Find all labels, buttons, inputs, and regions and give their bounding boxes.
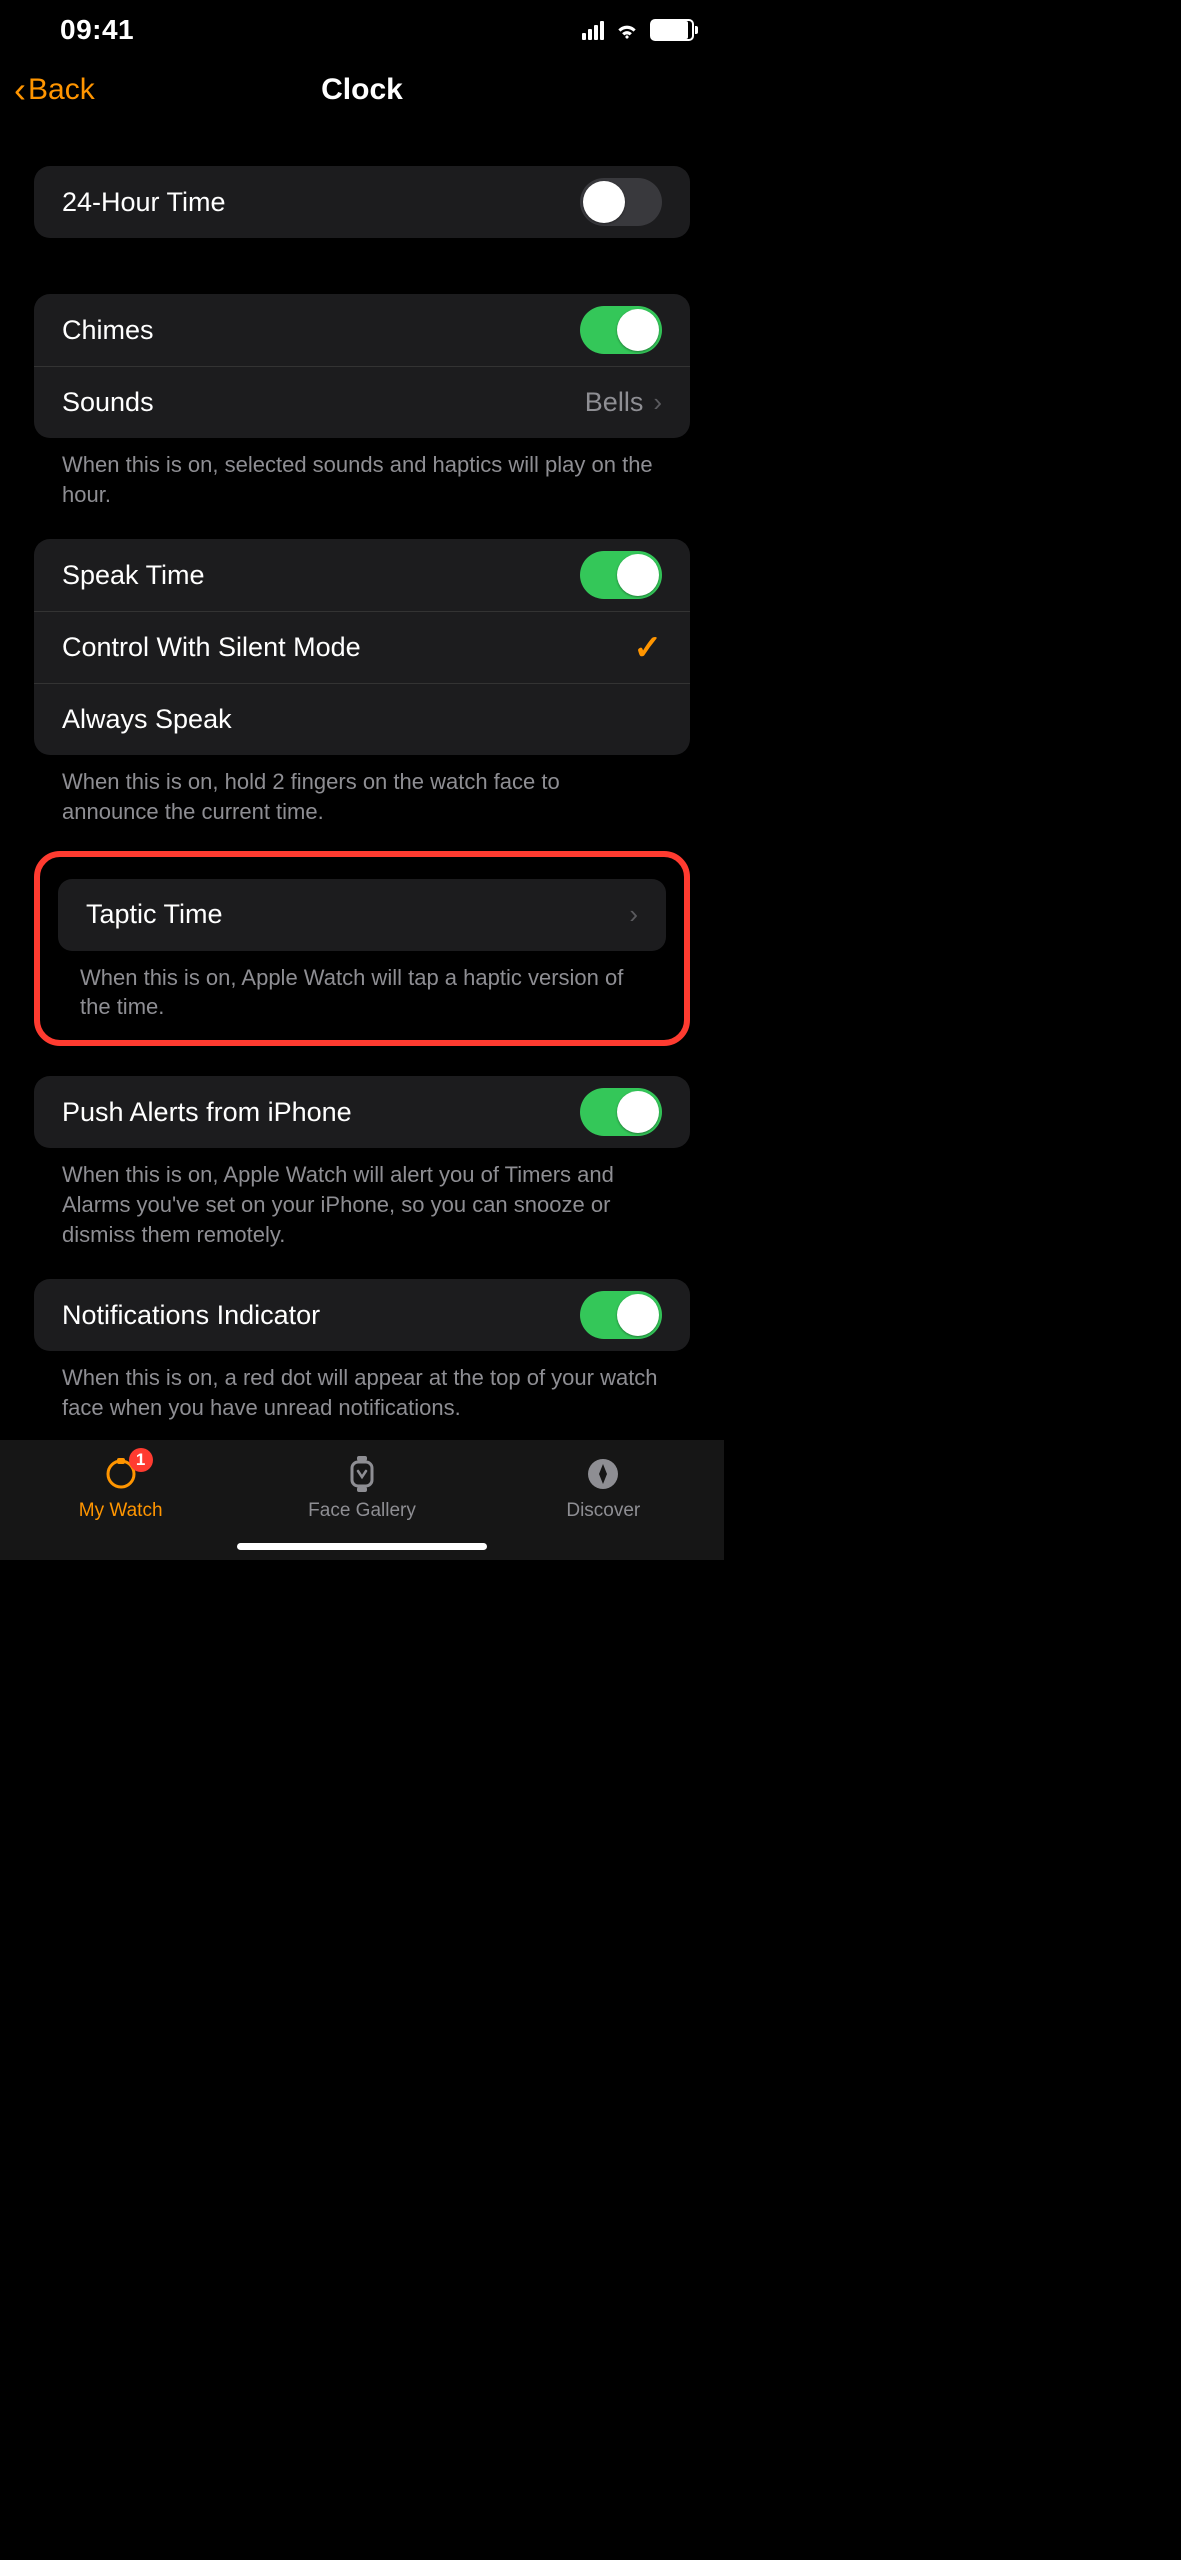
- tab-face-gallery[interactable]: Face Gallery: [241, 1440, 482, 1560]
- status-indicators: [582, 17, 694, 43]
- sounds-value: Bells: [585, 387, 644, 418]
- status-bar: 09:41: [0, 0, 724, 60]
- status-time: 09:41: [60, 14, 134, 46]
- row-sounds[interactable]: Sounds Bells ›: [34, 366, 690, 438]
- speak-footer: When this is on, hold 2 fingers on the w…: [34, 755, 690, 826]
- chevron-left-icon: ‹: [14, 72, 26, 108]
- chevron-right-icon: ›: [653, 387, 662, 418]
- tab-label: Face Gallery: [308, 1500, 416, 1522]
- row-notifications-indicator[interactable]: Notifications Indicator: [34, 1279, 690, 1351]
- nav-bar: ‹ Back Clock: [0, 60, 724, 120]
- taptic-footer: When this is on, Apple Watch will tap a …: [58, 951, 666, 1022]
- row-speak-time[interactable]: Speak Time: [34, 539, 690, 611]
- back-label: Back: [28, 73, 95, 107]
- row-label: Speak Time: [62, 560, 205, 591]
- row-always-speak[interactable]: Always Speak: [34, 683, 690, 755]
- cellular-signal-icon: [582, 20, 604, 40]
- row-control-silent-mode[interactable]: Control With Silent Mode ✓: [34, 611, 690, 683]
- compass-icon: [585, 1456, 621, 1492]
- row-label: Always Speak: [62, 704, 232, 735]
- home-indicator[interactable]: [237, 1543, 487, 1550]
- row-label: Control With Silent Mode: [62, 632, 361, 663]
- battery-icon: [650, 19, 694, 41]
- row-label: Push Alerts from iPhone: [62, 1097, 352, 1128]
- tab-my-watch[interactable]: 1 My Watch: [0, 1440, 241, 1560]
- tab-badge: 1: [129, 1448, 153, 1472]
- wifi-icon: [614, 17, 640, 43]
- row-push-alerts[interactable]: Push Alerts from iPhone: [34, 1076, 690, 1148]
- notif-footer: When this is on, a red dot will appear a…: [34, 1351, 690, 1422]
- page-title: Clock: [321, 73, 403, 107]
- toggle-notifications-indicator[interactable]: [580, 1291, 662, 1339]
- row-taptic-time[interactable]: Taptic Time ›: [58, 879, 666, 951]
- tab-label: My Watch: [79, 1500, 163, 1522]
- row-label: Sounds: [62, 387, 154, 418]
- row-label: 24-Hour Time: [62, 187, 226, 218]
- toggle-24-hour-time[interactable]: [580, 178, 662, 226]
- back-button[interactable]: ‹ Back: [14, 72, 95, 108]
- row-label: Notifications Indicator: [62, 1300, 320, 1331]
- chevron-right-icon: ›: [629, 899, 638, 930]
- chimes-footer: When this is on, selected sounds and hap…: [34, 438, 690, 509]
- row-label: Taptic Time: [86, 899, 223, 930]
- toggle-push-alerts[interactable]: [580, 1088, 662, 1136]
- toggle-speak-time[interactable]: [580, 551, 662, 599]
- row-label: Chimes: [62, 315, 154, 346]
- highlight-taptic-time: Taptic Time › When this is on, Apple Wat…: [34, 851, 690, 1046]
- tab-bar: 1 My Watch Face Gallery D: [0, 1440, 724, 1560]
- row-chimes[interactable]: Chimes: [34, 294, 690, 366]
- push-footer: When this is on, Apple Watch will alert …: [34, 1148, 690, 1249]
- tab-label: Discover: [566, 1500, 640, 1522]
- toggle-chimes[interactable]: [580, 306, 662, 354]
- tab-discover[interactable]: Discover: [483, 1440, 724, 1560]
- checkmark-icon: ✓: [634, 628, 663, 668]
- row-24-hour-time[interactable]: 24-Hour Time: [34, 166, 690, 238]
- face-gallery-icon: [347, 1454, 377, 1494]
